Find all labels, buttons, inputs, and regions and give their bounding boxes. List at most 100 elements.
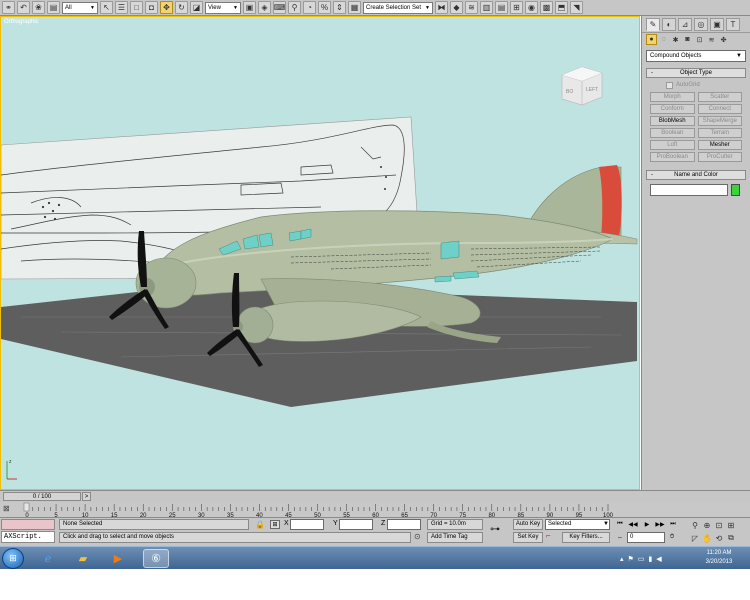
key-tangent-icon[interactable]: ⌐ [546, 531, 551, 540]
object-type-button-procutter[interactable]: ProCutter [697, 152, 742, 162]
3dsmax-taskbar-icon[interactable]: ⑥ [143, 549, 169, 568]
go-to-end-icon[interactable]: ⏭ [668, 520, 678, 529]
zoom-extents-all-icon[interactable]: ⊞ [726, 520, 736, 530]
percent-snap-icon[interactable]: % [318, 1, 331, 14]
key-filters-button[interactable]: Key Filters... [562, 532, 610, 543]
motion-tab-icon[interactable]: ◎ [694, 18, 708, 31]
named-selection-dropdown[interactable]: Create Selection Set ▼ [363, 1, 433, 14]
object-name-input[interactable] [650, 184, 728, 196]
keyboard-shortcut-icon[interactable]: ⌨ [273, 1, 286, 14]
object-category-dropdown[interactable]: Compound Objects ▼ [646, 50, 746, 62]
display-tab-icon[interactable]: ▣ [710, 18, 724, 31]
add-time-tag-button[interactable]: Add Time Tag [427, 532, 483, 543]
select-and-scale-icon[interactable]: ◪ [190, 1, 203, 14]
object-type-button-connect[interactable]: Connect [697, 104, 742, 114]
start-button[interactable]: ⊞ [2, 548, 24, 569]
spinner-snap-icon[interactable]: ⇕ [333, 1, 346, 14]
selection-lock-icon[interactable]: 🔒 [255, 520, 265, 529]
object-type-button-morph[interactable]: Morph [650, 92, 695, 102]
flag-icon[interactable]: ⚑ [628, 555, 634, 563]
render-icon[interactable]: ◥ [570, 1, 583, 14]
shapes-icon[interactable]: ◌ [658, 34, 669, 45]
bind-spacewarp-icon[interactable]: ❀ [32, 1, 45, 14]
track-bar[interactable]: 0 5 10 15 20 25 30 35 40 45 50 55 60 65 70 75 80 85 90 95 10… [0, 502, 640, 518]
network-icon[interactable]: ▮ [648, 555, 652, 563]
time-slider-thumb[interactable]: 0 / 100 [3, 492, 81, 501]
angle-snap-icon[interactable]: ◔ [303, 1, 316, 14]
open-mini-curve-editor-icon[interactable]: ⊠ [3, 504, 10, 513]
autogrid-checkbox[interactable] [666, 81, 673, 89]
time-configuration-icon[interactable]: ⏱ [667, 533, 677, 542]
absolute-mode-toggle-icon[interactable]: ⊞ [270, 520, 280, 529]
zoom-icon[interactable]: ⚲ [690, 520, 700, 530]
layer-manager-icon[interactable]: ≋ [465, 1, 478, 14]
geometry-icon[interactable]: ● [646, 34, 657, 45]
render-setup-icon[interactable]: ▩ [540, 1, 553, 14]
y-coordinate-field[interactable] [339, 519, 373, 530]
select-object-icon[interactable]: ↖ [100, 1, 113, 14]
modify-tab-icon[interactable]: ◐ [662, 18, 676, 31]
display-icon[interactable]: ▭ [638, 555, 645, 563]
zoom-extents-icon[interactable]: ⊡ [714, 520, 724, 530]
hierarchy-tab-icon[interactable]: ⊿ [678, 18, 692, 31]
mirror-icon[interactable]: ⧓ [435, 1, 448, 14]
set-keys-icon[interactable]: ⊶ [490, 524, 500, 535]
object-type-button-scatter[interactable]: Scatter [697, 92, 742, 102]
play-icon[interactable]: ▶ [642, 520, 652, 529]
object-color-swatch[interactable] [731, 184, 740, 196]
go-to-start-icon[interactable]: ⏮ [615, 520, 625, 529]
window-crossing-icon[interactable]: ◘ [145, 1, 158, 14]
key-mode-toggle-icon[interactable]: ⇔ [615, 533, 625, 542]
auto-key-button[interactable]: Auto Key [513, 519, 543, 530]
previous-frame-icon[interactable]: ◀◀ [628, 520, 638, 529]
reference-coordinate-dropdown[interactable]: View ▼ [205, 1, 241, 14]
render-frame-icon[interactable]: ⬒ [555, 1, 568, 14]
layers-icon[interactable]: ▤ [47, 1, 60, 14]
graphite-modeling-icon[interactable]: ▥ [480, 1, 493, 14]
schematic-view-icon[interactable]: ⊞ [510, 1, 523, 14]
internet-explorer-taskbar-icon[interactable]: ℯ [35, 549, 61, 568]
object-type-button-shapemerge[interactable]: ShapeMerge [697, 116, 742, 126]
object-type-button-conform[interactable]: Conform [650, 104, 695, 114]
create-tab-icon[interactable]: ✎ [646, 18, 660, 31]
selection-filter-dropdown[interactable]: All ▼ [62, 1, 98, 14]
object-type-button-loft[interactable]: Loft [650, 140, 695, 150]
media-player-taskbar-icon[interactable]: ▶ [105, 549, 131, 568]
next-frame-arrow[interactable]: > [82, 492, 91, 501]
zoom-all-icon[interactable]: ⊕ [702, 520, 712, 530]
lights-icon[interactable]: ✱ [670, 34, 681, 45]
object-type-button-terrain[interactable]: Terrain [697, 128, 742, 138]
time-slider[interactable]: 0 / 100 > [0, 490, 750, 502]
volume-icon[interactable]: ◀ [656, 555, 661, 563]
file-explorer-taskbar-icon[interactable]: ▰ [70, 549, 96, 568]
maxscript-listener-input[interactable]: AXScript. [1, 531, 55, 543]
manipulate-icon[interactable]: ◈ [258, 1, 271, 14]
object-type-rollout-header[interactable]: - Object Type [646, 68, 746, 78]
pan-view-icon[interactable]: ✋ [702, 533, 712, 543]
edit-named-selection-icon[interactable]: ▦ [348, 1, 361, 14]
utilities-tab-icon[interactable]: T [726, 18, 740, 31]
x-coordinate-field[interactable] [290, 519, 324, 530]
maximize-viewport-icon[interactable]: ⧉ [726, 533, 736, 543]
taskbar-clock[interactable]: 11:20 AM 3/20/2013 [699, 549, 739, 567]
z-coordinate-field[interactable] [387, 519, 421, 530]
align-icon[interactable]: ◆ [450, 1, 463, 14]
material-editor-icon[interactable]: ◉ [525, 1, 538, 14]
space-warps-icon[interactable]: ≋ [706, 34, 717, 45]
field-of-view-icon[interactable]: ◸ [690, 533, 700, 543]
orbit-icon[interactable]: ⟲ [714, 533, 724, 543]
snaps-toggle-icon[interactable]: ⚲ [288, 1, 301, 14]
helpers-icon[interactable]: ⊡ [694, 34, 705, 45]
object-type-button-proboolean[interactable]: ProBoolean [650, 152, 695, 162]
current-frame-field[interactable]: 0 [627, 532, 665, 543]
show-hidden-icons-icon[interactable]: ▴ [620, 555, 624, 563]
next-frame-icon[interactable]: ▶▶ [655, 520, 665, 529]
key-mode-dropdown[interactable]: Selected ▼ [545, 519, 610, 530]
set-key-button[interactable]: Set Key [513, 532, 543, 543]
name-and-color-rollout-header[interactable]: - Name and Color [646, 170, 746, 180]
object-type-button-mesher[interactable]: Mesher [697, 140, 742, 150]
select-and-rotate-icon[interactable]: ↻ [175, 1, 188, 14]
rectangular-selection-icon[interactable]: □ [130, 1, 143, 14]
cameras-icon[interactable]: ◙ [682, 34, 693, 45]
link-icon[interactable]: ⚭ [2, 1, 15, 14]
